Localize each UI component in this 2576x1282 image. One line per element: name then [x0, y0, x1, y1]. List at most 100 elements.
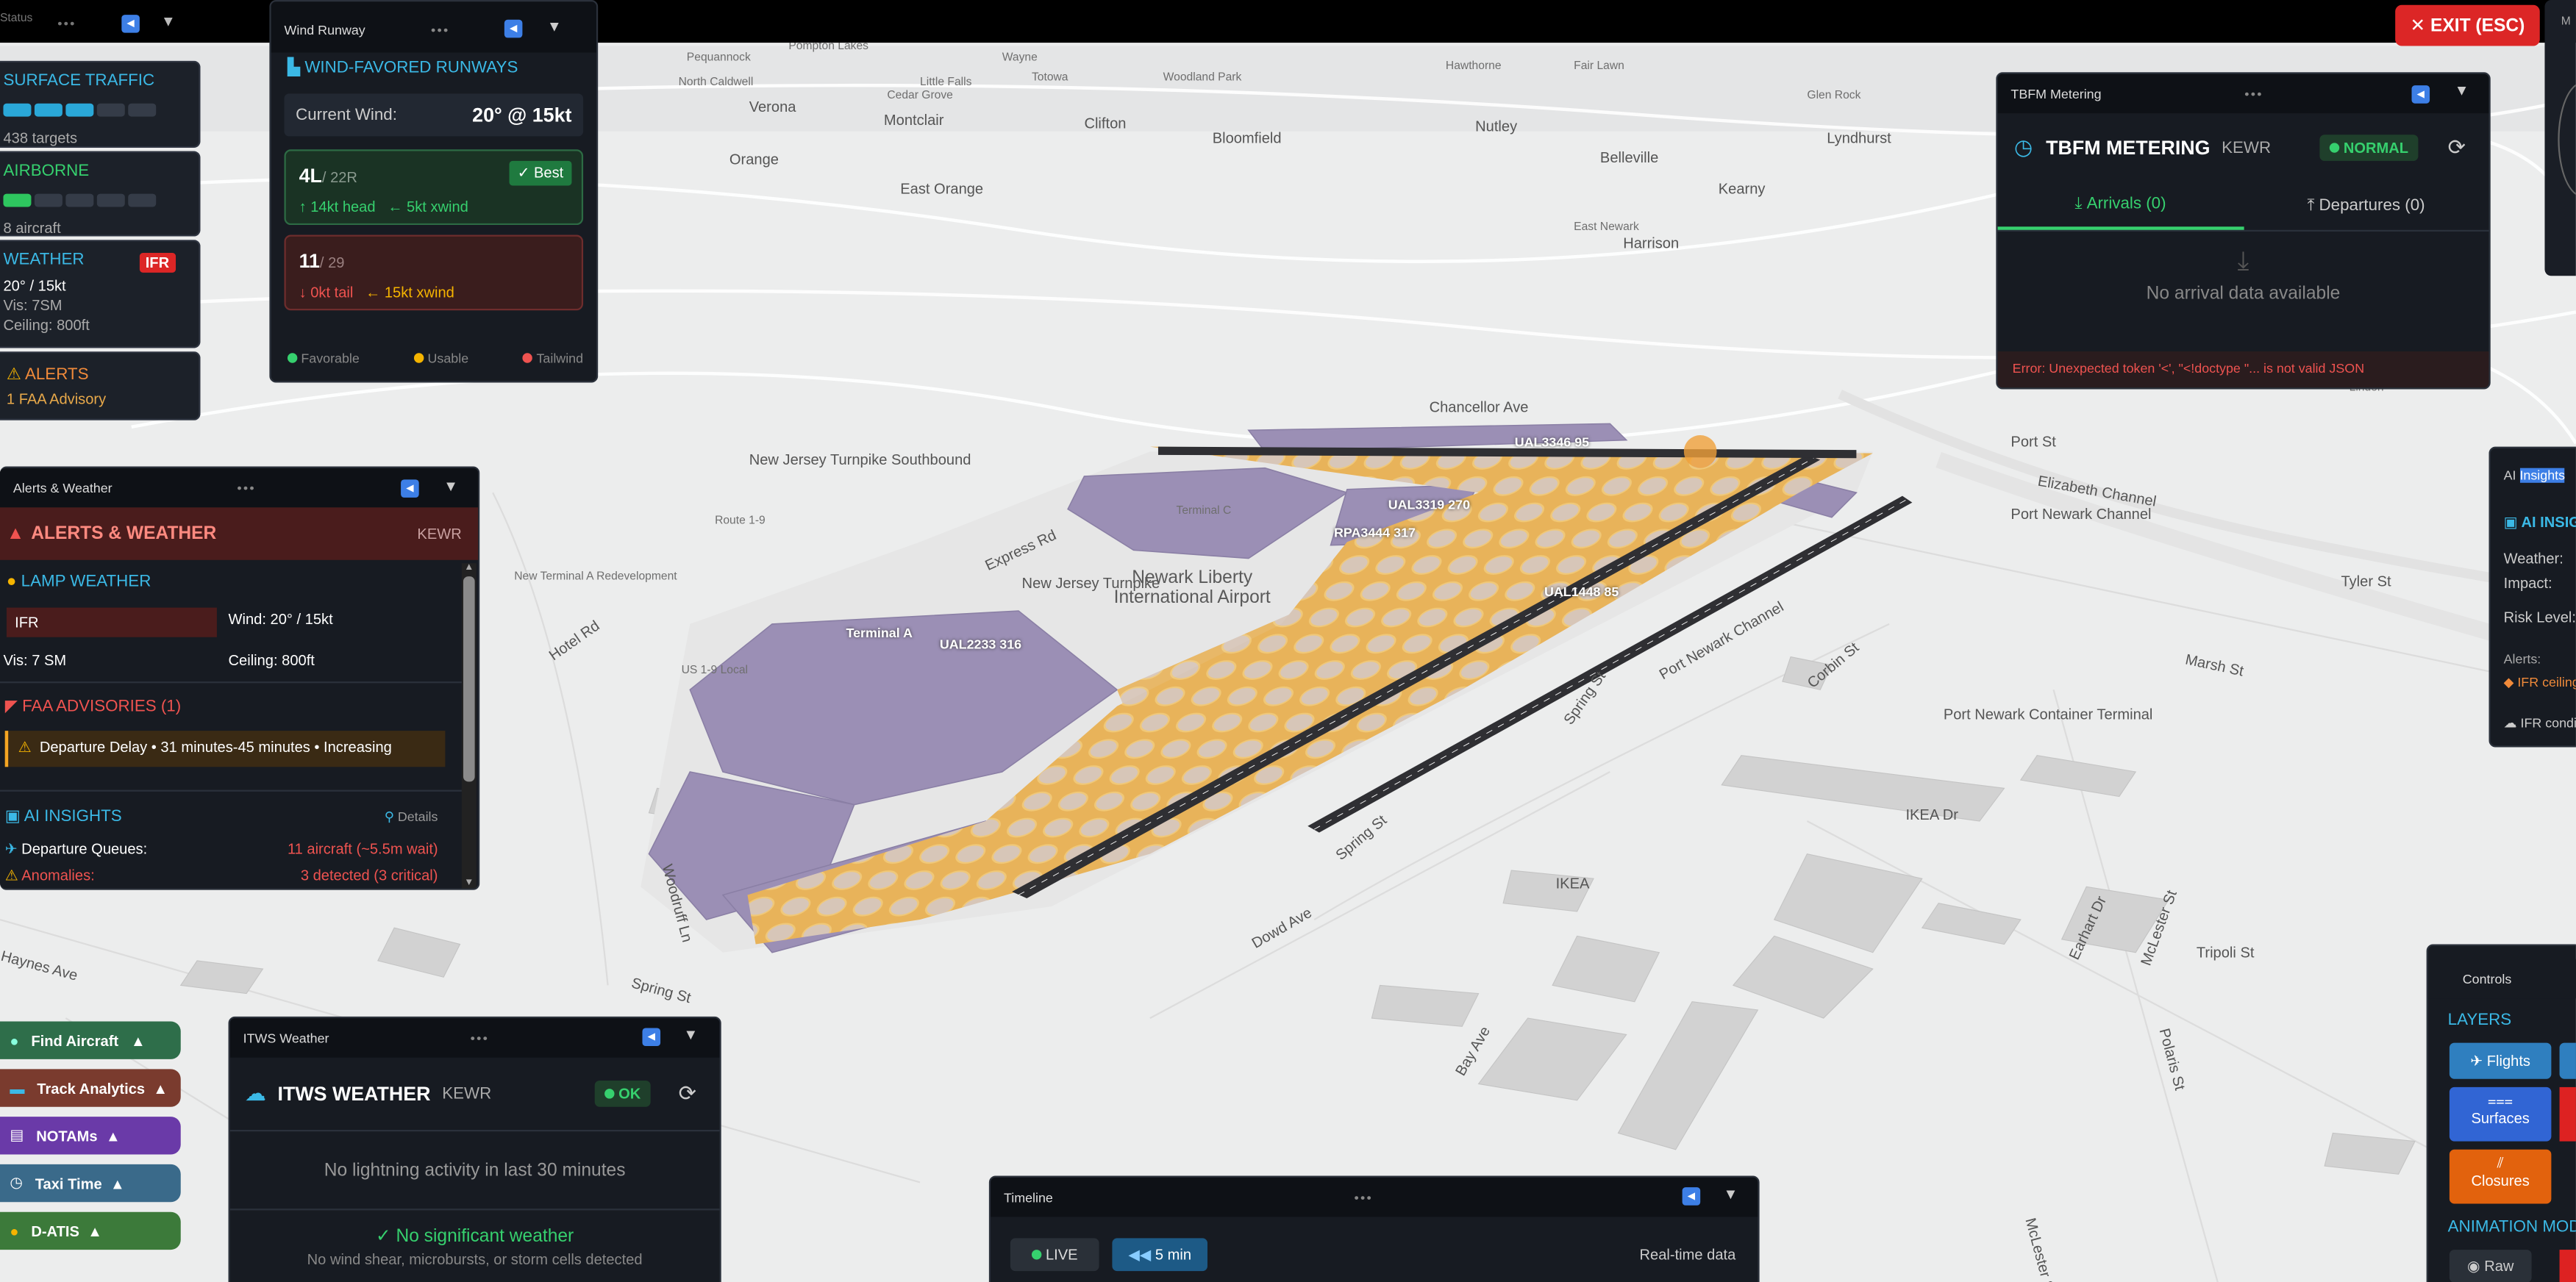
chevron-up-icon: ▲	[130, 1032, 146, 1049]
refresh-icon[interactable]: ⟳	[2448, 135, 2466, 161]
weather-ceiling: Ceiling: 800ft	[3, 317, 90, 334]
runway-card-4l[interactable]: 4L/ 22R ✓ Best ↑ 14kt head ← 5kt xwind	[284, 149, 584, 226]
drag-handle-icon[interactable]: •••	[2244, 86, 2263, 101]
search-icon: ⚲	[384, 809, 394, 825]
ai-alert-item[interactable]: ☁ IFR condi	[2504, 716, 2576, 731]
chevron-up-icon: ▲	[105, 1127, 121, 1144]
alerts-card[interactable]: ⚠ ALERTS 1 FAA Advisory	[0, 351, 201, 420]
d-atis-button[interactable]: ● D-ATIS ▲	[0, 1211, 181, 1250]
airborne-card[interactable]: AIRBORNE 8 aircraft	[0, 151, 201, 237]
airborne-bar	[3, 185, 199, 215]
panel-header[interactable]: ITWS Weather ••• ◀ ▼	[229, 1018, 720, 1058]
panel-title: Timeline	[1003, 1189, 1053, 1205]
live-button[interactable]: LIVE	[1010, 1238, 1099, 1272]
drag-handle-icon[interactable]: •••	[1354, 1190, 1372, 1205]
animation-mode-title: ANIMATION MOD	[2447, 1218, 2576, 1237]
timer-icon: ◷	[10, 1174, 23, 1191]
alerts-weather-panel: Alerts & Weather ••• ◀ ▼ ▲ ALERTS & WEAT…	[0, 466, 480, 890]
warning-icon: ⚠	[4, 867, 18, 884]
runway-id: 11	[299, 249, 320, 273]
surface-traffic-card[interactable]: SURFACE TRAFFIC 438 targets	[0, 60, 201, 148]
scrollbar[interactable]: ▲ ▼	[461, 563, 477, 889]
exit-button[interactable]: ✕ EXIT (ESC)	[2395, 4, 2540, 46]
track-analytics-button[interactable]: ▬ Track Analytics ▲	[0, 1069, 181, 1107]
anomalies-value: 3 detected (3 critical)	[300, 867, 438, 884]
ai-alert-item[interactable]: ◆ IFR ceiling	[2504, 675, 2576, 690]
ai-tab[interactable]: AI Insights	[2504, 468, 2566, 498]
pin-icon[interactable]: ◀	[642, 1028, 661, 1047]
lightning-status: No lightning activity in last 30 minutes	[229, 1129, 720, 1208]
airborne-count: 8 aircraft	[3, 220, 61, 237]
panel-header[interactable]: Timeline ••• ◀ ▼	[991, 1177, 1758, 1217]
empty-state: No arrival data available	[2146, 284, 2341, 304]
tbfm-header: ◷ TBFM METERING KEWR NORMAL ⟳	[1998, 113, 2489, 182]
status-badge: OK	[594, 1080, 651, 1107]
runway-card-11[interactable]: 11/ 29 ↓ 0kt tail ← 15kt xwind	[284, 234, 584, 311]
flights-layer-button[interactable]: ✈ Flights	[2449, 1042, 2552, 1079]
advisory-item[interactable]: ⚠ Departure Delay • 31 minutes-45 minute…	[4, 731, 446, 767]
pin-icon[interactable]: ◀	[2411, 85, 2430, 104]
pin-icon[interactable]: ◀	[1682, 1187, 1701, 1206]
interval-button[interactable]: ◀◀ 5 min	[1112, 1238, 1207, 1272]
panel-header[interactable]: Controls	[2427, 959, 2576, 999]
itws-header: ☁ ITWS WEATHER KEWR OK ⟳	[230, 1058, 720, 1130]
airport-code: KEWR	[2222, 138, 2272, 157]
layers-title: LAYERS	[2447, 1011, 2512, 1030]
drag-handle-icon[interactable]: •••	[471, 1031, 489, 1045]
panel-header[interactable]: Wind Runway ••• ◀ ▼	[271, 1, 596, 53]
windsock-icon: ▙	[287, 59, 305, 77]
layer-button-partial[interactable]	[2559, 1086, 2576, 1142]
notams-button[interactable]: ▤ NOTAMs ▲	[0, 1117, 181, 1155]
scroll-up-icon[interactable]: ▲	[462, 563, 477, 573]
airborne-title: AIRBORNE	[3, 162, 90, 181]
scroll-down-icon[interactable]: ▼	[462, 878, 477, 888]
collapse-icon[interactable]: ▼	[2455, 82, 2469, 99]
pin-icon[interactable]: ◀	[504, 19, 523, 38]
weather-wind: 20° / 15kt	[3, 277, 66, 294]
ai-insights-title: ▣ AI INSIGHTS	[4, 808, 122, 826]
drag-handle-icon[interactable]: •••	[57, 16, 76, 31]
compass-icon[interactable]	[2558, 82, 2576, 198]
find-aircraft-button[interactable]: ● Find Aircraft ▲	[0, 1021, 181, 1059]
refresh-icon[interactable]: ⟳	[679, 1081, 696, 1107]
panel-header[interactable]: Alerts & Weather ••• ◀ ▼	[0, 468, 479, 508]
scrollbar-thumb[interactable]	[463, 576, 475, 782]
plane-icon: ✈	[2470, 1051, 2483, 1069]
surface-traffic-count: 438 targets	[3, 129, 78, 146]
collapse-icon[interactable]: ▼	[1723, 1186, 1738, 1202]
lamp-weather-title: ● LAMP WEATHER	[6, 573, 151, 592]
collapse-icon[interactable]: ▼	[683, 1026, 698, 1042]
chevron-up-icon: ▲	[153, 1079, 168, 1097]
alerts-header: ▲ ALERTS & WEATHER KEWR	[0, 507, 479, 560]
drag-handle-icon[interactable]: •••	[431, 22, 449, 37]
tab-arrivals[interactable]: ⤓ Arrivals (0)	[1997, 182, 2244, 230]
barrier-icon: ⫽	[2497, 1154, 2504, 1171]
mode-button-partial[interactable]	[2559, 1250, 2576, 1282]
collapse-icon[interactable]: ▼	[443, 478, 458, 494]
panel-title: Wind Runway	[284, 22, 365, 37]
weather-card[interactable]: WEATHER IFR 20° / 15kt Vis: 7SM Ceiling:…	[0, 240, 201, 348]
layer-button-partial[interactable]	[2559, 1042, 2576, 1079]
siren-icon: ▲	[6, 523, 25, 544]
pin-icon[interactable]: ◀	[401, 479, 419, 498]
taxi-time-button[interactable]: ◷ Taxi Time ▲	[0, 1164, 181, 1203]
details-link[interactable]: ⚲ Details	[385, 809, 438, 824]
pin-icon[interactable]: ◀	[121, 15, 140, 33]
compass-panel[interactable]: M	[2544, 0, 2576, 276]
status-badge: NORMAL	[2319, 135, 2419, 161]
runway-legend: Favorable Usable Tailwind	[287, 351, 583, 366]
drag-handle-icon[interactable]: •••	[237, 480, 255, 495]
clock-icon: ◷	[2013, 135, 2033, 160]
raw-mode-button[interactable]: ◉ Raw	[2449, 1250, 2532, 1282]
chart-icon: ▬	[10, 1079, 25, 1097]
closures-layer-button[interactable]: ⫽ Closures	[2449, 1149, 2552, 1204]
tab-departures[interactable]: ⤒ Departures (0)	[2244, 182, 2489, 230]
panel-header[interactable]: TBFM Metering ••• ◀ ▼	[1997, 74, 2489, 114]
surfaces-layer-button[interactable]: ⩶ Surfaces	[2449, 1086, 2552, 1142]
robot-icon: ▣	[2503, 514, 2518, 531]
surface-traffic-title: SURFACE TRAFFIC	[3, 72, 155, 90]
collapse-icon[interactable]: ▼	[161, 13, 176, 29]
controls-panel: Controls LAYERS ✈ Flights ⩶ Surfaces ⫽ Clo…	[2426, 944, 2576, 1282]
runway-wind-components: ↑ 14kt head ← 5kt xwind	[299, 198, 468, 215]
collapse-icon[interactable]: ▼	[547, 18, 562, 35]
